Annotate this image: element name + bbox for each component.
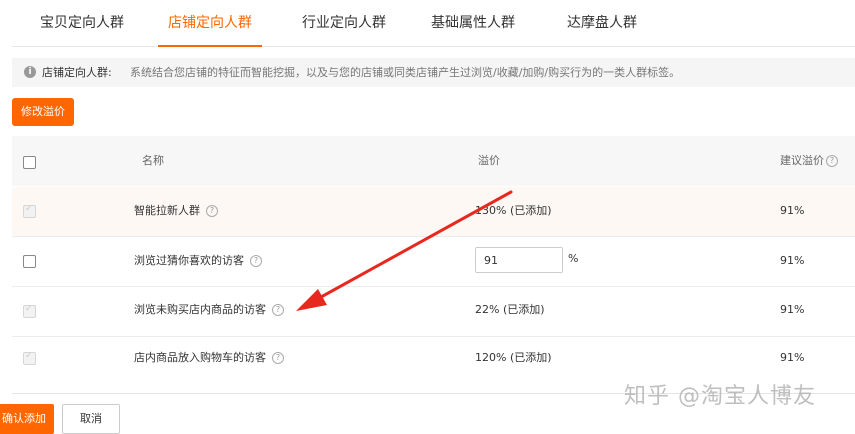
watermark: 知乎 @淘宝人博友 bbox=[624, 384, 816, 409]
annotation-arrow bbox=[296, 190, 513, 311]
